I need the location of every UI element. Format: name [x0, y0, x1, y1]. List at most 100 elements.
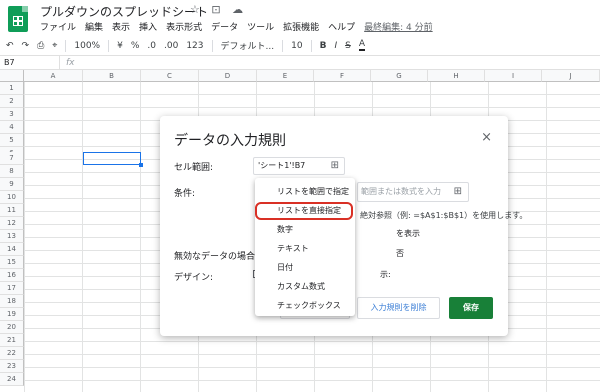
- row-header[interactable]: 19: [0, 308, 24, 321]
- name-box[interactable]: B7: [0, 56, 60, 70]
- menu-item-number[interactable]: 数字: [255, 220, 355, 239]
- bold-button[interactable]: B: [320, 41, 327, 51]
- row-header[interactable]: 17: [0, 282, 24, 295]
- menu-help[interactable]: ヘルプ: [328, 20, 355, 33]
- menu-format[interactable]: 表示形式: [166, 20, 202, 33]
- row-header[interactable]: 22: [0, 347, 24, 360]
- row-header[interactable]: 2: [0, 95, 24, 108]
- criteria-hint: 絶対参照（例: =$A$1:$B$1）を使用します。: [360, 211, 528, 220]
- column-header[interactable]: E: [257, 70, 314, 82]
- menu-edit[interactable]: 編集: [85, 20, 103, 33]
- criteria-placeholder: 範囲または数式を入力: [361, 187, 441, 196]
- toolbar-divider: [65, 39, 67, 52]
- range-input[interactable]: 'シート1'!B7 ⊞: [253, 157, 345, 175]
- row-header[interactable]: 9: [0, 178, 24, 191]
- increase-decimal-button[interactable]: .00: [164, 41, 178, 51]
- column-header[interactable]: C: [141, 70, 199, 82]
- row-header[interactable]: 18: [0, 295, 24, 308]
- title-bar: プルダウンのスプレッドシート ☆ ⊡ ☁ ファイル 編集 表示 挿入 表示形式 …: [0, 0, 600, 36]
- range-label: セル範囲:: [174, 163, 214, 173]
- zoom-select[interactable]: 100%: [74, 41, 100, 51]
- row-header[interactable]: 15: [0, 256, 24, 269]
- menu-bar: ファイル 編集 表示 挿入 表示形式 データ ツール 拡張機能 ヘルプ 最終編集…: [40, 20, 433, 33]
- row-header[interactable]: 10: [0, 191, 24, 204]
- save-button[interactable]: 保存: [449, 297, 493, 319]
- help-text-label: 示:: [380, 270, 391, 279]
- column-header[interactable]: D: [199, 70, 257, 82]
- italic-button[interactable]: I: [334, 41, 337, 51]
- menu-item-checkbox[interactable]: チェックボックス: [255, 296, 355, 315]
- number-format-select[interactable]: 123: [186, 41, 203, 51]
- toolbar: ↶ ↷ ⎙ ⌖ 100% ¥ % .0 .00 123 デフォルト... 10 …: [0, 36, 600, 56]
- row-header[interactable]: 4: [0, 121, 24, 134]
- menu-item-date[interactable]: 日付: [255, 258, 355, 277]
- reject-input-option[interactable]: 否: [396, 248, 404, 259]
- currency-button[interactable]: ¥: [117, 41, 123, 51]
- row-header[interactable]: 21: [0, 334, 24, 347]
- selected-cell-b7[interactable]: [83, 152, 143, 167]
- menu-file[interactable]: ファイル: [40, 20, 76, 33]
- row-header[interactable]: 1: [0, 82, 24, 95]
- paint-format-icon[interactable]: ⌖: [52, 41, 57, 51]
- column-header[interactable]: I: [485, 70, 542, 82]
- row-header[interactable]: 20: [0, 321, 24, 334]
- show-dropdown-label: を表示: [396, 229, 420, 238]
- grid-select-icon[interactable]: ⊞: [331, 158, 339, 174]
- column-header[interactable]: A: [24, 70, 83, 82]
- menu-data[interactable]: データ: [211, 20, 238, 33]
- menu-item-list-from-range[interactable]: リストを範囲で指定: [255, 182, 355, 201]
- column-header[interactable]: G: [371, 70, 428, 82]
- row-header[interactable]: 3: [0, 108, 24, 121]
- row-header[interactable]: 5: [0, 134, 24, 147]
- row-header[interactable]: 12: [0, 217, 24, 230]
- print-icon[interactable]: ⎙: [37, 41, 44, 51]
- menu-extensions[interactable]: 拡張機能: [283, 20, 319, 33]
- column-header[interactable]: H: [428, 70, 485, 82]
- row-header[interactable]: 13: [0, 230, 24, 243]
- font-select[interactable]: デフォルト...: [221, 39, 275, 52]
- criteria-input[interactable]: 範囲または数式を入力 ⊞: [357, 182, 469, 202]
- undo-icon[interactable]: ↶: [6, 41, 14, 51]
- row-header[interactable]: 11: [0, 204, 24, 217]
- menu-item-custom-formula[interactable]: カスタム数式: [255, 277, 355, 296]
- redo-icon[interactable]: ↷: [22, 41, 30, 51]
- criteria-dropdown-menu: リストを範囲で指定 リストを直接指定 数字 テキスト 日付 カスタム数式 チェッ…: [255, 178, 355, 316]
- menu-item-text[interactable]: テキスト: [255, 239, 355, 258]
- row-header[interactable]: 7: [0, 152, 24, 165]
- invalid-data-label: 無効なデータの場合:: [174, 252, 259, 262]
- menu-view[interactable]: 表示: [112, 20, 130, 33]
- sheets-logo-icon[interactable]: [8, 6, 28, 32]
- percent-button[interactable]: %: [131, 41, 140, 51]
- row-header[interactable]: 16: [0, 269, 24, 282]
- row-header[interactable]: 14: [0, 243, 24, 256]
- close-icon[interactable]: ×: [481, 130, 492, 145]
- criteria-label: 条件:: [174, 189, 196, 199]
- delete-rule-button[interactable]: 入力規則を削除: [357, 297, 440, 319]
- column-header[interactable]: B: [83, 70, 141, 82]
- dialog-title: データの入力規則: [174, 133, 286, 149]
- decrease-decimal-button[interactable]: .0: [147, 41, 156, 51]
- select-all-corner[interactable]: [0, 70, 24, 82]
- toolbar-divider: [282, 39, 284, 52]
- column-header[interactable]: F: [314, 70, 371, 82]
- row-header[interactable]: 24: [0, 373, 24, 386]
- font-size-select[interactable]: 10: [291, 41, 302, 51]
- menu-insert[interactable]: 挿入: [139, 20, 157, 33]
- toolbar-divider: [211, 39, 213, 52]
- grid-select-icon[interactable]: ⊞: [454, 183, 462, 201]
- menu-tools[interactable]: ツール: [247, 20, 274, 33]
- range-value: 'シート1'!B7: [258, 161, 306, 170]
- row-header[interactable]: 23: [0, 360, 24, 373]
- star-move-cloud-icons[interactable]: ☆ ⊡ ☁: [190, 3, 247, 16]
- design-label: デザイン:: [174, 273, 214, 283]
- column-header[interactable]: J: [542, 70, 600, 82]
- highlight-annotation: [255, 202, 353, 220]
- document-title[interactable]: プルダウンのスプレッドシート: [40, 3, 208, 20]
- row-header[interactable]: 8: [0, 165, 24, 178]
- text-color-button[interactable]: A: [358, 40, 365, 51]
- fx-icon: fx: [66, 58, 75, 68]
- toolbar-divider: [108, 39, 110, 52]
- last-edit-link[interactable]: 最終編集: 4 分前: [364, 20, 432, 33]
- strikethrough-button[interactable]: S: [345, 41, 351, 51]
- toolbar-divider: [310, 39, 312, 52]
